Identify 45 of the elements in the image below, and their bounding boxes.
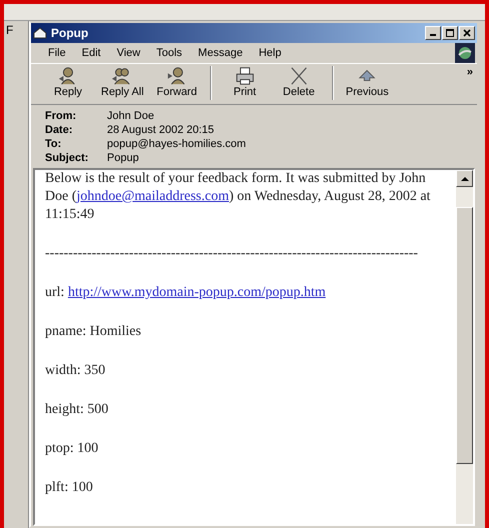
maximize-icon	[444, 28, 456, 38]
scroll-thumb[interactable]	[456, 207, 473, 464]
toolbar-button[interactable]: Forward	[150, 66, 204, 98]
header-label: To:	[45, 137, 62, 151]
body-text: width: 350	[45, 362, 106, 380]
header-value: John Doe	[107, 109, 154, 123]
header-label: Subject:	[45, 151, 90, 165]
body-text: pname: Homilies	[45, 323, 142, 341]
close-button[interactable]	[459, 26, 475, 40]
body-text: plft: 100	[45, 479, 94, 497]
printer-icon	[234, 66, 256, 86]
header-label: From:	[45, 109, 78, 123]
link[interactable]: johndoe@mailaddress.com	[76, 189, 229, 204]
more-chevron[interactable]: »	[466, 66, 473, 78]
toolbar-button[interactable]: Delete	[272, 66, 326, 98]
link[interactable]: http://www.mydomain-popup.com/popup.htm	[68, 285, 326, 300]
maximize-button[interactable]	[442, 26, 458, 40]
toolbar-button[interactable]: Reply	[41, 66, 95, 98]
scroll-up-button[interactable]	[456, 170, 473, 187]
body-text: Below is the result of your feedback form. It was submitted by John Doe (johndoe@mailaddress.com) on Wednesday, August 28, 2002 at 11:15:49	[45, 170, 432, 224]
menu-item[interactable]: View	[110, 45, 148, 61]
header-label: Date:	[45, 123, 74, 137]
menu-item[interactable]: Edit	[74, 45, 108, 61]
menu-item[interactable]: Tools	[149, 45, 190, 61]
menu-item[interactable]: Help	[252, 45, 288, 61]
globe-logo-icon	[455, 43, 475, 63]
header-value: 28 August 2002 20:15	[107, 123, 214, 137]
dashed-separator: --------------------------------------------------------------------------------	[45, 245, 419, 263]
header-value: popup@hayes-homilies.com	[107, 137, 246, 151]
minimize-button[interactable]	[425, 26, 441, 40]
menu-item[interactable]: File	[41, 45, 73, 61]
toolbar-button[interactable]: Reply All	[95, 66, 150, 98]
minimize-icon	[430, 34, 436, 36]
menu-letter: F	[5, 23, 14, 37]
close-icon	[461, 28, 473, 38]
body-text: url: http://www.mydomain-popup.com/popup.htm	[45, 284, 327, 302]
menu-item[interactable]: Message	[191, 45, 250, 61]
window-title: Popup	[51, 26, 90, 40]
toolbar-button[interactable]: Previous	[340, 66, 395, 98]
body-text: ptop: 100	[45, 440, 100, 458]
up-arrow-icon	[460, 176, 468, 182]
toolbar-button[interactable]: Print	[218, 66, 272, 98]
header-value: Popup	[107, 151, 139, 165]
body-text: height: 500	[45, 401, 110, 419]
scrollbar[interactable]	[456, 170, 473, 524]
